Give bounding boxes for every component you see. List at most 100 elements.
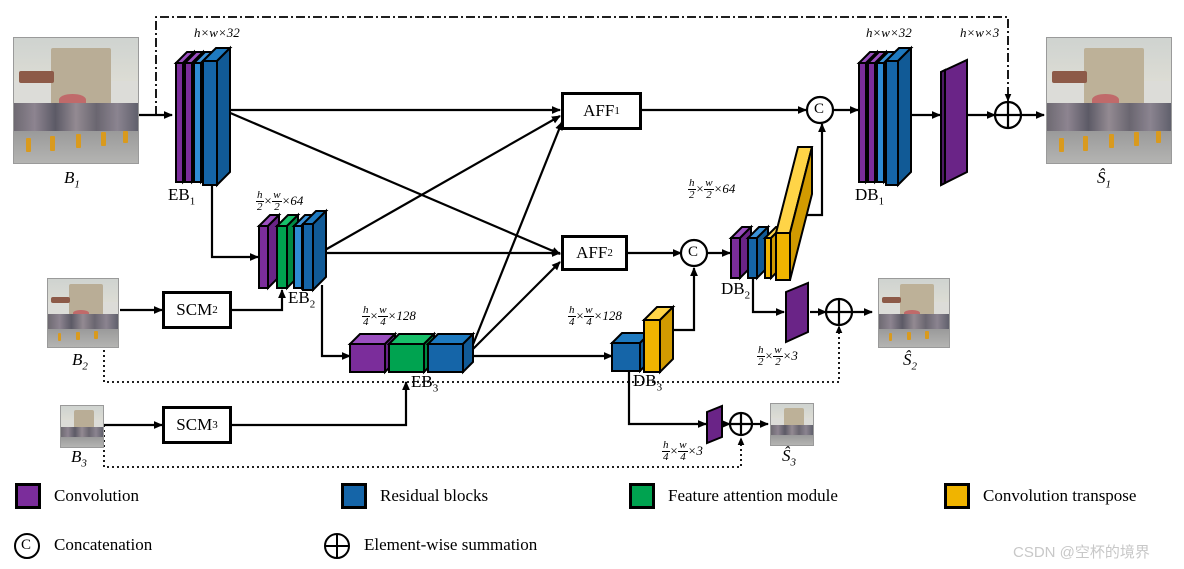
label-db3: DB3 [633,371,662,393]
dim-eb2-frac1: h2 [256,189,264,213]
eb1-resblock-slab [200,45,233,188]
scm2-sub: 2 [212,304,218,316]
photo-bollard [76,134,81,148]
photo-ground [771,435,813,445]
block-eb1 [173,45,233,188]
legend-label-concatenation: Concatenation [54,535,153,554]
output-conv-2 [785,281,809,344]
label-db1-sub: 1 [878,195,885,208]
photo-roof [881,296,902,304]
dim-db2: h 2 × w 2 ×64 [688,177,736,201]
dim-db1: h×w×32 [866,25,912,41]
dim-outconv3-frac1: h4 [662,439,670,463]
output-conv-3 [706,404,723,445]
photo-bollard [94,331,98,339]
photo-bollard [49,135,55,151]
dim-db1-text: h×w×32 [866,25,912,40]
label-b3-sub: 3 [81,457,87,470]
dim-outconv3-frac2: w4 [678,439,688,463]
label-db1: DB1 [855,185,884,207]
scm2-box[interactable]: SCM 2 [162,291,232,329]
scm3-box[interactable]: SCM 3 [162,406,232,444]
label-s1: Ŝ1 [1097,168,1111,190]
db1-resblock-slab [883,45,914,188]
scm3-label: SCM [176,415,213,434]
block-eb3 [347,331,476,375]
label-s2-text: Ŝ [903,350,912,369]
photo-bollard [76,332,80,340]
legend-label-residual-blocks: Residual blocks [380,486,489,505]
aff1-box[interactable]: AFF 1 [561,92,642,130]
dim-db3-frac1: h4 [568,304,576,328]
label-db2-sub: 2 [744,289,751,302]
photo-bollard [1133,131,1139,146]
block-db1 [856,45,914,188]
label-b1: B1 [64,168,80,190]
label-eb1: EB1 [168,185,195,207]
label-eb2: EB2 [288,288,315,310]
eb3-resblock-cube [425,331,476,375]
dim-eb2-tail: ×64 [281,192,304,208]
photo-bollard [925,331,929,339]
label-eb3-sub: 3 [432,382,439,395]
blocks-layer [173,45,968,445]
dim-eb1-text: h×w×32 [194,25,240,40]
label-b1-sub: 1 [74,178,80,191]
legend-swatch-convolution [15,483,41,509]
dim-db3-frac2: w4 [584,304,594,328]
output-image-s1 [1046,37,1172,164]
scm3-sub: 3 [212,419,218,431]
label-s2-sub: 2 [911,360,918,373]
photo-bollard [123,130,129,143]
label-eb1-sub: 1 [189,195,196,208]
dim-outconv2-frac1: h2 [757,344,765,368]
label-db3-text: DB [633,371,657,390]
dim-db2-frac2: w2 [704,177,714,201]
label-s3-text: Ŝ [782,446,791,465]
photo-bollard [1109,134,1114,148]
label-s1-sub: 1 [1105,178,1112,191]
dim-eb3-frac2: w4 [378,304,388,328]
label-b2-sub: 2 [82,360,88,373]
block-db2 [728,146,814,281]
photo-bollard [1082,135,1088,151]
label-eb3: EB3 [411,372,438,394]
legend-swatch-feature-attention-module [629,483,655,509]
scm2-label: SCM [176,300,213,319]
legend-label-element-wise-summation: Element-wise summation [364,535,538,554]
photo-bollard [57,333,62,341]
photo-roof [18,70,54,83]
label-b1-text: B [64,168,75,187]
dim-outconv2-tail: ×3 [782,347,798,363]
photo-bollard [907,332,911,340]
watermark: CSDN @空杯的境界 [1013,544,1150,561]
label-eb3-text: EB [411,372,433,391]
dim-db2-frac1: h2 [688,177,696,201]
label-b3-text: B [71,447,82,466]
legend-label-convolution: Convolution [54,486,140,505]
dim-eb3-tail: ×128 [387,307,416,323]
label-s3-sub: 3 [790,456,797,469]
dim-eb2-frac2: w2 [272,189,282,213]
aff1-label: AFF [583,101,615,120]
aff2-box[interactable]: AFF 2 [561,235,628,271]
label-s2: Ŝ2 [903,350,917,372]
aff2-label: AFF [576,243,608,262]
label-b2: B2 [72,350,88,372]
legend-label-feature-attention-module: Feature attention module [668,486,838,505]
output-image-s3 [770,403,814,446]
photo-roof [50,296,71,304]
block-eb2 [256,208,329,293]
label-eb2-text: EB [288,288,310,307]
dim-eb3: h 4 × w 4 ×128 [362,304,416,328]
photo-bollard [888,333,893,341]
dim-eb1: h×w×32 [194,25,240,41]
label-db2-text: DB [721,279,745,298]
label-eb2-sub: 2 [309,298,316,311]
output-conv-1 [940,58,968,187]
dim-outconv2-frac2: w2 [773,344,783,368]
dim-outconv3: h 4 × w 4 ×3 [662,439,703,463]
photo-bollard [1156,130,1162,143]
photo-roof [1051,70,1087,83]
dim-db3: h 4 × w 4 ×128 [568,304,622,328]
